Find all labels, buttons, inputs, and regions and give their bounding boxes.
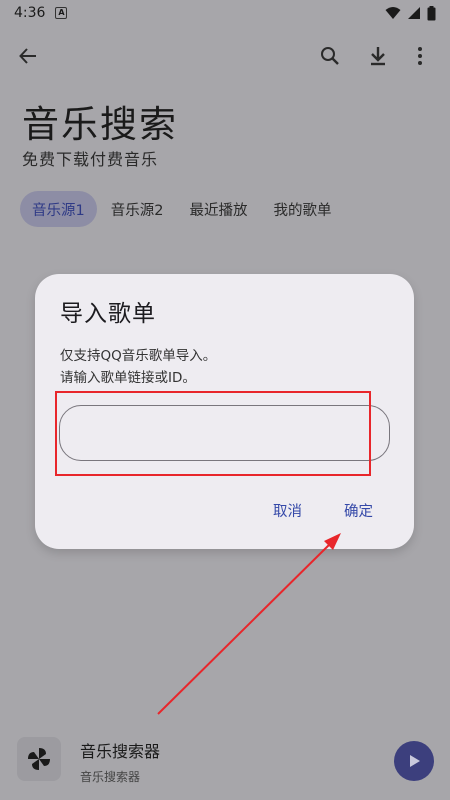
more-options-button[interactable] <box>406 42 434 70</box>
dialog-hint-line-1: 仅支持QQ音乐歌单导入。 <box>60 348 217 364</box>
playlist-link-input[interactable] <box>59 405 390 461</box>
notification-icon: A <box>55 7 68 19</box>
page-title: 音乐搜索 <box>22 103 178 146</box>
play-icon <box>410 755 420 767</box>
search-button[interactable] <box>316 42 344 70</box>
status-time: 4:36 <box>14 5 46 21</box>
mini-player[interactable]: 音乐搜索器 音乐搜索器 <box>0 722 450 800</box>
confirm-button[interactable]: 确定 <box>344 500 373 521</box>
tab-recent-play[interactable]: 最近播放 <box>177 191 259 227</box>
tab-source-2[interactable]: 音乐源2 <box>99 191 176 227</box>
tab-my-playlist[interactable]: 我的歌单 <box>261 191 343 227</box>
page-subtitle: 免费下载付费音乐 <box>22 150 159 169</box>
download-button[interactable] <box>364 42 392 70</box>
back-button[interactable] <box>14 42 42 70</box>
signal-icon <box>408 7 420 19</box>
album-art <box>17 737 61 781</box>
wifi-icon <box>385 7 401 19</box>
player-title: 音乐搜索器 <box>80 742 161 761</box>
dialog-title: 导入歌单 <box>60 301 156 327</box>
dialog-hint-line-2: 请输入歌单链接或ID。 <box>60 370 196 386</box>
app-bar <box>0 36 450 76</box>
status-bar: 4:36 A <box>0 0 450 26</box>
arrow-back-icon <box>19 48 36 64</box>
tab-source-1[interactable]: 音乐源1 <box>20 191 97 227</box>
battery-icon <box>427 5 436 20</box>
play-button[interactable] <box>394 741 434 781</box>
pinwheel-icon <box>28 748 50 770</box>
player-subtitle: 音乐搜索器 <box>80 770 141 784</box>
status-icons <box>385 5 436 21</box>
import-playlist-dialog: 导入歌单 仅支持QQ音乐歌单导入。 请输入歌单链接或ID。 取消 确定 <box>35 274 414 549</box>
cancel-button[interactable]: 取消 <box>273 500 302 521</box>
more-vert-icon <box>418 47 422 65</box>
source-tabs: 音乐源1 音乐源2 最近播放 我的歌单 <box>20 191 345 227</box>
download-icon <box>371 47 385 66</box>
search-icon <box>321 47 339 65</box>
